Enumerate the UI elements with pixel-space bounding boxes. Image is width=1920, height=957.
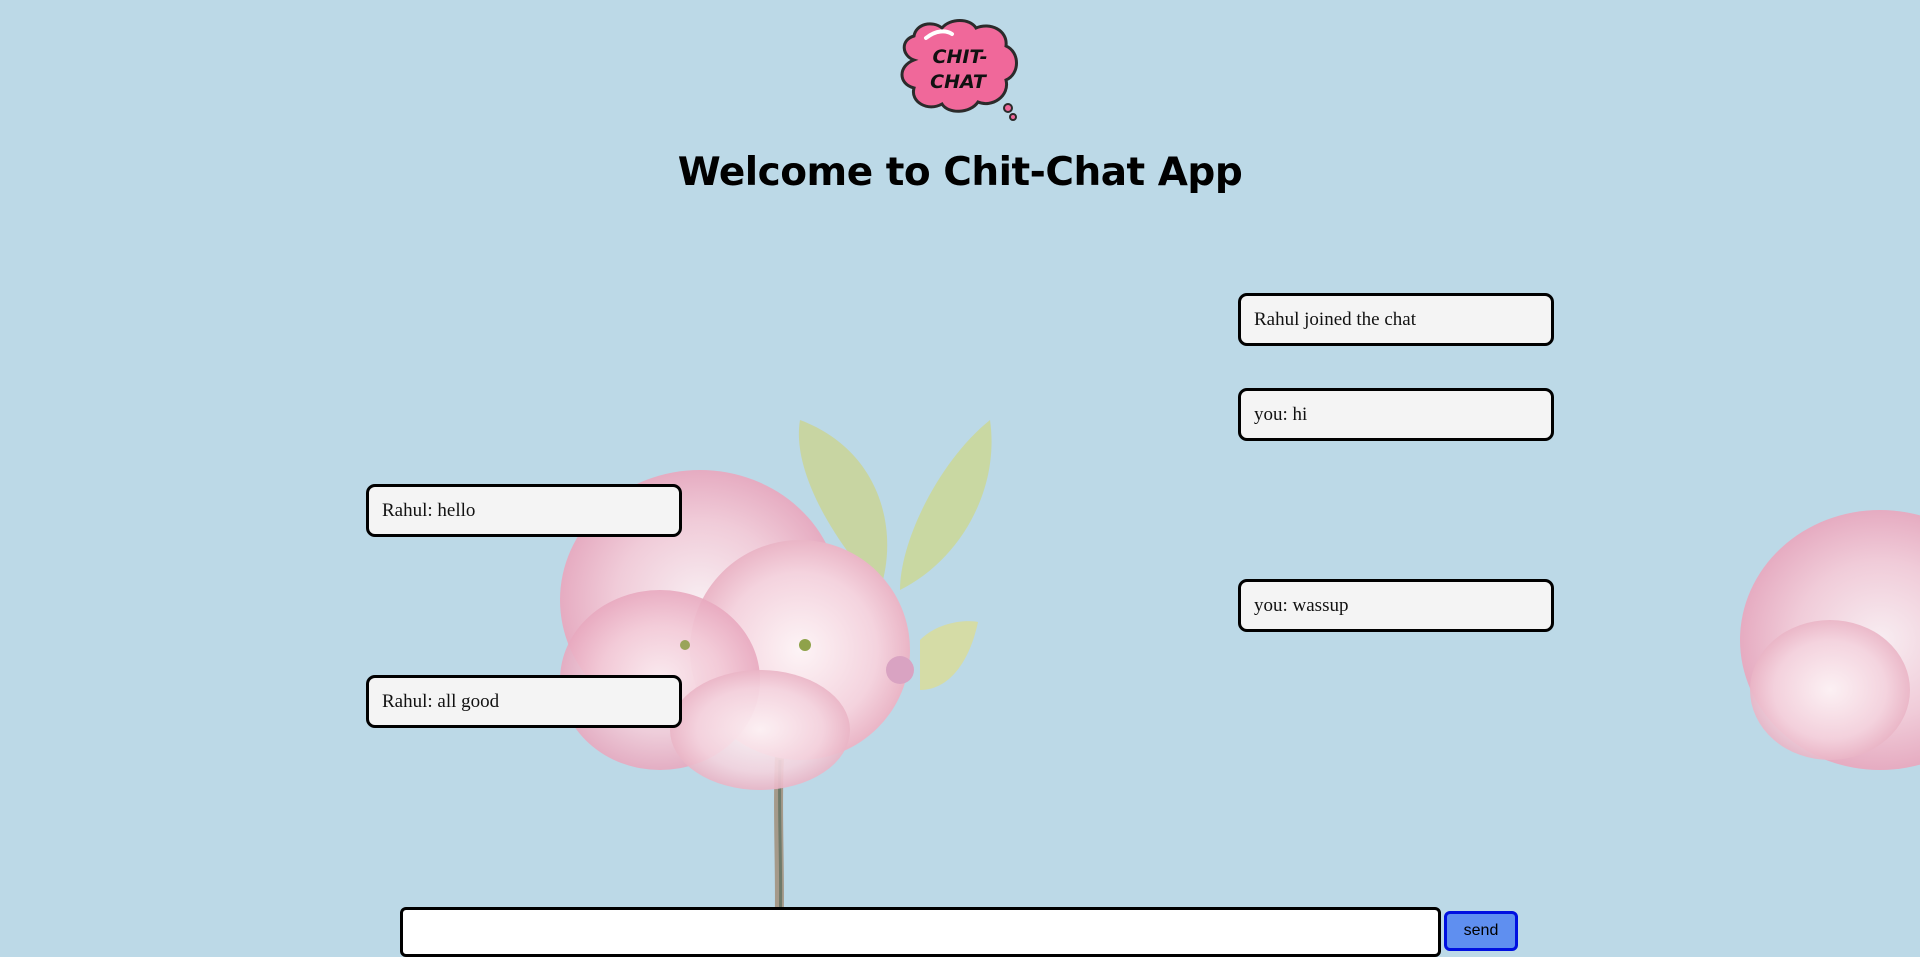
chat-message: you: hi [1238, 388, 1554, 441]
logo-line2: CHAT [930, 71, 988, 93]
page-title: Welcome to Chit-Chat App [677, 150, 1243, 195]
message-composer: send [400, 907, 1520, 957]
chat-message: Rahul: all good [366, 675, 682, 728]
send-button[interactable]: send [1444, 911, 1518, 951]
logo-line1: CHIT- [933, 46, 988, 68]
background-flower-image [0, 0, 1920, 957]
chat-message: Rahul joined the chat [1238, 293, 1554, 346]
message-input[interactable] [400, 907, 1441, 957]
chat-message: you: wassup [1238, 579, 1554, 632]
chat-message: Rahul: hello [366, 484, 682, 537]
speech-bubble-logo-icon: CHIT- CHAT [900, 19, 1018, 121]
app-logo: CHIT- CHAT [896, 18, 1024, 124]
